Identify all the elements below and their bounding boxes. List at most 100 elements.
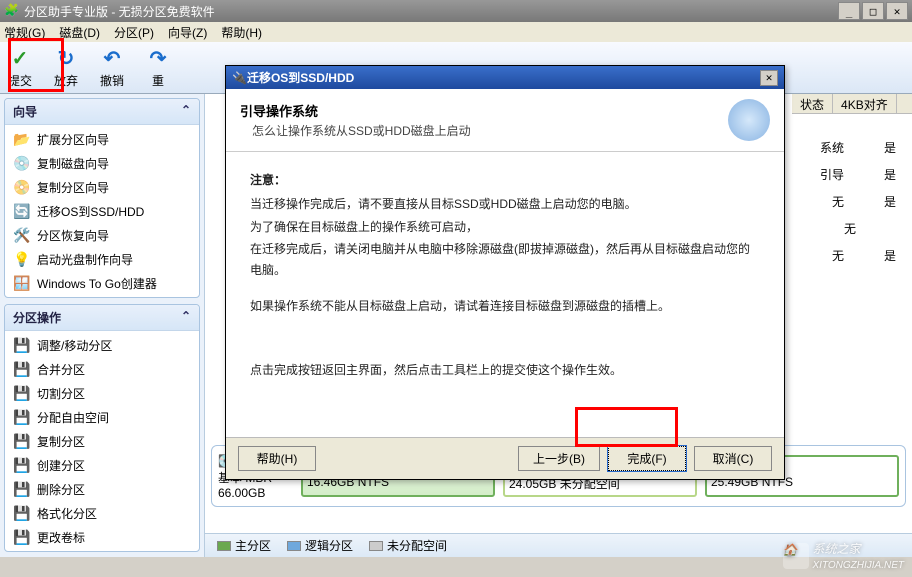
wizard-item[interactable]: 📀 复制分区向导 [5,175,199,199]
highlight-finish [575,407,678,447]
dialog-icon: 🔌 [232,71,247,85]
ops-item[interactable]: 💾 复制分区 [5,429,199,453]
ops-item-icon: 💾 [13,360,31,378]
legend-logical: 逻辑分区 [305,537,353,554]
table-row: 系统是 [808,134,908,161]
maximize-button[interactable]: □ [862,2,884,20]
ops-item-icon: 💾 [13,480,31,498]
collapse-icon[interactable]: ⌃ [181,103,191,120]
redo-icon: ↷ [146,46,170,70]
wizard-item-icon: 💡 [13,250,31,268]
migrate-icon [728,99,770,141]
menu-help[interactable]: 帮助(H) [221,24,262,41]
ops-item-icon: 💾 [13,456,31,474]
table-row: 无是 [808,188,908,215]
watermark: 🏠 系统之家 XITONGZHIJIA.NET [783,540,905,571]
table-row: 无是 [808,242,908,269]
ops-item[interactable]: 💾 调整/移动分区 [5,333,199,357]
wizard-item-icon: 🛠️ [13,226,31,244]
wizard-item[interactable]: 💿 复制磁盘向导 [5,151,199,175]
wizard-item-label: 启动光盘制作向导 [37,251,133,268]
dialog-close-icon[interactable]: ✕ [760,70,778,86]
ops-item[interactable]: 💾 合并分区 [5,357,199,381]
wizard-item[interactable]: 🛠️ 分区恢复向导 [5,223,199,247]
wizard-item-label: 迁移OS到SSD/HDD [37,203,144,220]
wizard-item-label: 复制磁盘向导 [37,155,109,172]
wizard-item-label: Windows To Go创建器 [37,275,157,292]
ops-item-label: 合并分区 [37,361,85,378]
ops-item-label: 删除分区 [37,481,85,498]
ops-item-label: 调整/移动分区 [37,337,112,354]
ops-item-icon: 💾 [13,336,31,354]
ops-item-icon: 💾 [13,432,31,450]
app-icon: 🧩 [4,3,20,19]
menu-wizard[interactable]: 向导(Z) [168,24,207,41]
menubar: 常规(G) 磁盘(D) 分区(P) 向导(Z) 帮助(H) [0,22,912,42]
wizard-item-label: 扩展分区向导 [37,131,109,148]
watermark-url: XITONGZHIJIA.NET [813,560,905,571]
ops-item-label: 切割分区 [37,385,85,402]
wizard-item[interactable]: 📂 扩展分区向导 [5,127,199,151]
menu-partition[interactable]: 分区(P) [114,24,154,41]
ops-item-icon: 💾 [13,504,31,522]
legend-primary: 主分区 [235,537,271,554]
ops-item-label: 更改卷标 [37,529,85,546]
wizard-item[interactable]: 💡 启动光盘制作向导 [5,247,199,271]
finish-button[interactable]: 完成(F) [608,446,686,471]
collapse-icon[interactable]: ⌃ [181,309,191,326]
dialog-subtitle: 怎么让操作系统从SSD或HDD磁盘上启动 [240,122,728,139]
dialog-heading: 引导操作系统 [240,101,728,120]
ops-item[interactable]: 💾 创建分区 [5,453,199,477]
col-status[interactable]: 状态 [792,94,833,113]
note-line: 在迁移完成后，请关闭电脑并从电脑中移除源磁盘(即拔掉源磁盘)，然后再从目标磁盘启… [250,239,760,280]
wizard-item-icon: 🪟 [13,274,31,292]
back-button[interactable]: 上一步(B) [518,446,600,471]
ops-panel-title: 分区操作 [13,309,61,326]
wizard-item-label: 复制分区向导 [37,179,109,196]
redo-label: 重 [152,72,164,89]
ops-item[interactable]: 💾 切割分区 [5,381,199,405]
note-hint: 点击完成按钮返回主界面，然后点击工具栏上的提交使这个操作生效。 [250,360,760,380]
wizard-item[interactable]: 🔄 迁移OS到SSD/HDD [5,199,199,223]
wizard-item-icon: 💿 [13,154,31,172]
disk-cap: 66.00GB [218,486,293,500]
ops-item-icon: 💾 [13,408,31,426]
ops-item-icon: 💾 [13,528,31,546]
dialog-title: 迁移OS到SSD/HDD [247,69,760,86]
highlight-submit [8,38,64,92]
help-button[interactable]: 帮助(H) [238,446,316,471]
close-button[interactable]: ✕ [886,2,908,20]
note-line: 如果操作系统不能从目标磁盘上启动，请试着连接目标磁盘到源磁盘的插槽上。 [250,296,760,316]
ops-item[interactable]: 💾 格式化分区 [5,501,199,525]
ops-item[interactable]: 💾 更改卷标 [5,525,199,549]
wizard-item-icon: 🔄 [13,202,31,220]
note-line: 为了确保在目标磁盘上的操作系统可启动， [250,217,760,237]
undo-icon: ↶ [100,46,124,70]
note-title: 注意： [250,170,760,190]
watermark-logo-icon: 🏠 [783,543,809,569]
col-align[interactable]: 4KB对齐 [833,94,897,113]
wizard-panel-title: 向导 [13,103,37,120]
ops-item[interactable]: 💾 删除分区 [5,477,199,501]
menu-disk[interactable]: 磁盘(D) [59,24,100,41]
undo-button[interactable]: ↶ 撤销 [100,46,124,89]
ops-item[interactable]: 💾 分配自由空间 [5,405,199,429]
ops-item-label: 格式化分区 [37,505,97,522]
undo-label: 撤销 [100,72,124,89]
ops-item-label: 创建分区 [37,457,85,474]
watermark-text: 系统之家 [813,542,861,556]
migrate-dialog: 🔌 迁移OS到SSD/HDD ✕ 引导操作系统 怎么让操作系统从SSD或HDD磁… [225,65,785,480]
note-line: 当迁移操作完成后，请不要直接从目标SSD或HDD磁盘上启动您的电脑。 [250,194,760,214]
minimize-button[interactable]: _ [838,2,860,20]
cancel-button[interactable]: 取消(C) [694,446,772,471]
ops-item-label: 分配自由空间 [37,409,109,426]
wizard-item-icon: 📂 [13,130,31,148]
redo-button[interactable]: ↷ 重 [146,46,170,89]
wizard-item-icon: 📀 [13,178,31,196]
legend-unallocated: 未分配空间 [387,537,447,554]
ops-item-label: 复制分区 [37,433,85,450]
wizard-item-label: 分区恢复向导 [37,227,109,244]
table-row: 无 [808,215,908,242]
wizard-item[interactable]: 🪟 Windows To Go创建器 [5,271,199,295]
ops-item-icon: 💾 [13,384,31,402]
